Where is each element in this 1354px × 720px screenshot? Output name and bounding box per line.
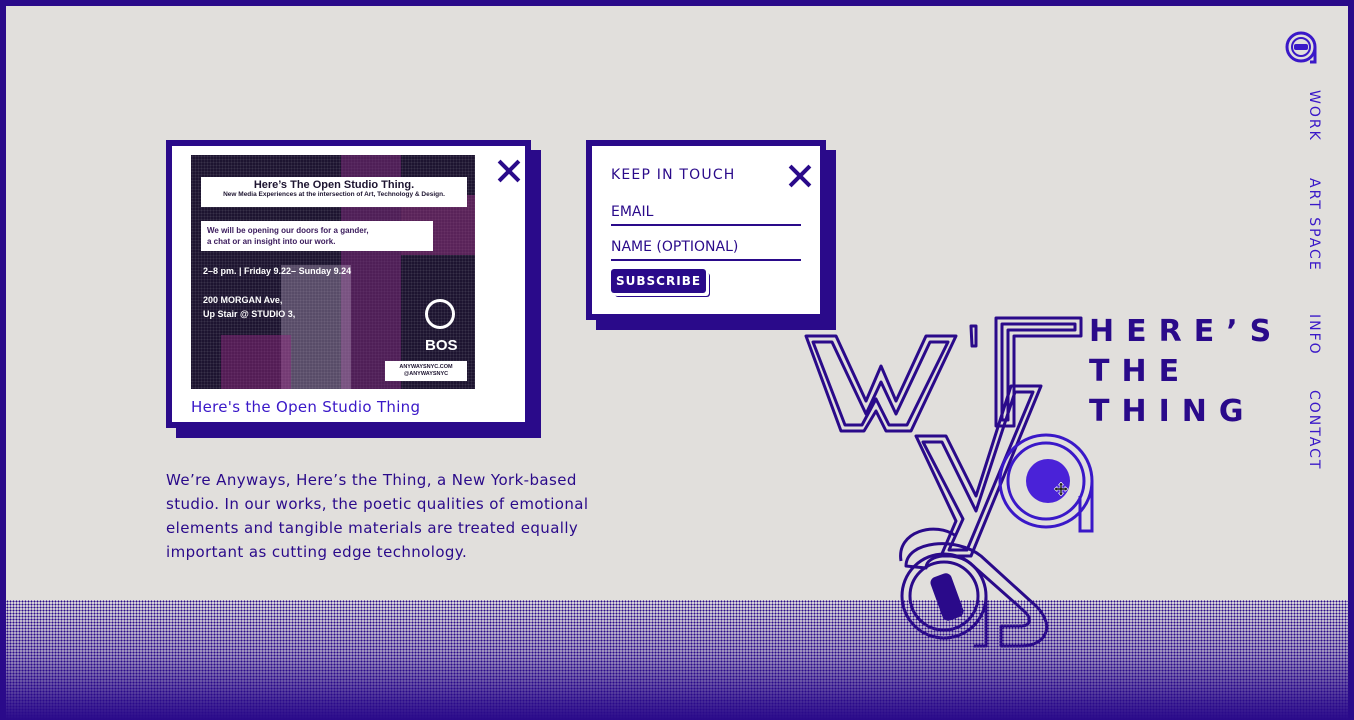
flyer-site: ANYWAYSNYC.COM bbox=[399, 364, 453, 370]
flyer-invite: We will be opening our doors for a gande… bbox=[201, 221, 433, 251]
tagline-line: THE bbox=[1089, 354, 1192, 389]
move-cursor-icon bbox=[1054, 482, 1068, 496]
newsletter-close-icon[interactable] bbox=[788, 164, 812, 188]
about-text: We’re Anyways, Here’s the Thing, a New Y… bbox=[166, 471, 589, 561]
flyer-footer: ANYWAYSNYC.COM @ANYWAYSNYC bbox=[385, 361, 467, 381]
flyer-bos-logo: BOS bbox=[425, 337, 458, 354]
nav-item-art-space[interactable]: ART SPACE bbox=[1306, 178, 1322, 272]
page-canvas: Here’s The Open Studio Thing. New Media … bbox=[6, 6, 1348, 720]
email-field[interactable] bbox=[611, 200, 801, 226]
flyer-invite-line: a chat or an insight into our work. bbox=[207, 237, 336, 246]
flyer-address-line: 200 MORGAN Ave, bbox=[203, 295, 283, 305]
anyways-logo-icon[interactable] bbox=[1284, 30, 1318, 64]
flyer-card: Here’s The Open Studio Thing. New Media … bbox=[166, 140, 531, 428]
tagline-line: HERE’S bbox=[1089, 314, 1284, 349]
flyer-close-icon[interactable] bbox=[497, 159, 521, 183]
flyer-handle: @ANYWAYSNYC bbox=[403, 371, 449, 377]
bottom-dither-gradient bbox=[6, 600, 1348, 720]
flyer-title: Here’s The Open Studio Thing. bbox=[253, 179, 415, 191]
subscribe-button[interactable]: SUBSCRIBE bbox=[611, 269, 707, 293]
flyer-address-line: Up Stair @ STUDIO 3, bbox=[203, 309, 296, 319]
flyer-logo-icon bbox=[425, 299, 455, 329]
newsletter-card: KEEP IN TOUCH SUBSCRIBE bbox=[586, 140, 826, 320]
name-field[interactable] bbox=[611, 235, 801, 261]
flyer-time: 2–8 pm. | Friday 9.22– Sunday 9.24 bbox=[203, 266, 352, 276]
newsletter-title: KEEP IN TOUCH bbox=[611, 167, 736, 183]
nav-item-contact[interactable]: CONTACT bbox=[1306, 390, 1322, 470]
flyer-caption-link[interactable]: Here's the Open Studio Thing bbox=[191, 398, 420, 416]
nav-item-info[interactable]: INFO bbox=[1306, 314, 1322, 356]
nav-item-work[interactable]: WORK bbox=[1306, 90, 1322, 142]
open-studio-flyer-image[interactable]: Here’s The Open Studio Thing. New Media … bbox=[191, 155, 475, 389]
flyer-invite-line: We will be opening our doors for a gande… bbox=[207, 226, 369, 235]
flyer-header: Here’s The Open Studio Thing. New Media … bbox=[201, 177, 467, 207]
tagline-line: THING bbox=[1089, 394, 1256, 429]
flyer-subtitle: New Media Experiences at the intersectio… bbox=[223, 191, 445, 198]
